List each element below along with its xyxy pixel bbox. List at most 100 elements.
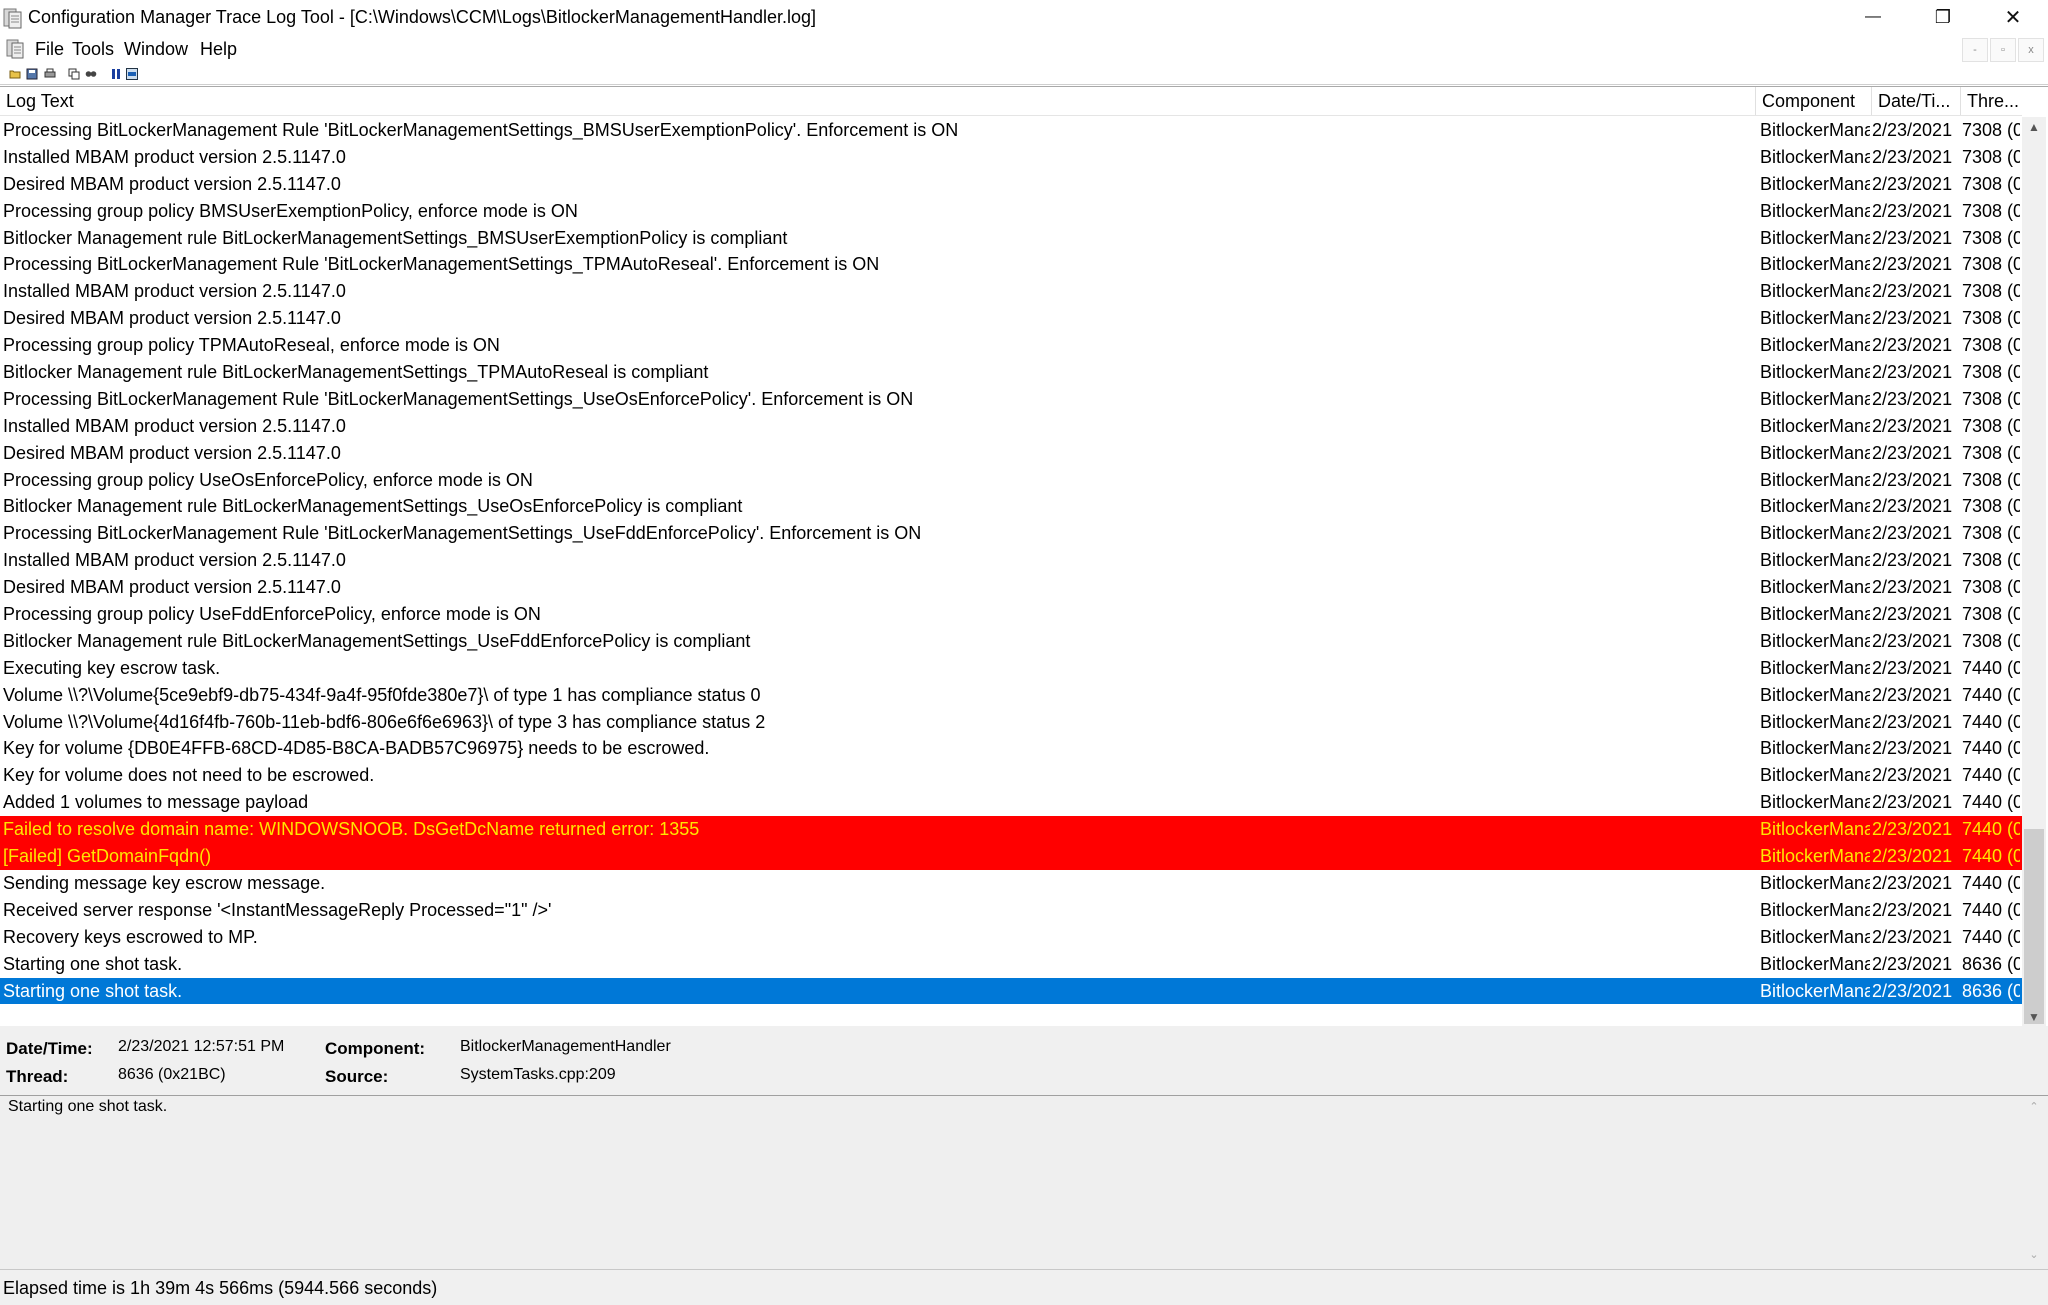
open-icon[interactable] [9,68,21,80]
menu-file[interactable]: File [35,39,64,60]
date-cell: 2/23/2021 [1872,308,1953,329]
menu-help[interactable]: Help [200,39,237,60]
table-row-selected[interactable]: Starting one shot task. BitlockerMana 2/23… [0,977,2022,1005]
date-cell: 2/23/2021 [1872,630,1953,651]
save-icon[interactable] [26,68,38,80]
log-text-cell: Bitlocker Management rule BitLockerManag… [3,362,709,383]
minimize-icon: - [1973,44,1977,56]
column-header-thread[interactable]: Thre... [1961,87,2022,115]
table-row[interactable]: Bitlocker Management rule BitLockerManag… [0,225,2022,252]
minimize-button[interactable]: — [1838,0,1908,34]
copy-icon[interactable] [68,68,80,80]
component-cell: BitlockerMana [1760,980,1870,1001]
menu-window[interactable]: Window [124,39,188,60]
table-row[interactable]: Bitlocker Management rule BitLockerManag… [0,628,2022,655]
component-cell: BitlockerMana [1760,846,1870,867]
close-icon: x [2028,44,2034,56]
menu-tools[interactable]: Tools [72,39,114,60]
table-row[interactable]: Processing BitLockerManagement Rule 'Bit… [0,117,2022,144]
scroll-up-icon[interactable]: ▲ [2022,117,2046,137]
table-row[interactable]: Processing BitLockerManagement Rule 'Bit… [0,386,2022,413]
table-row[interactable]: Processing group policy UseOsEnforcePoli… [0,467,2022,494]
table-row[interactable]: Volume \\?\Volume{5ce9ebf9-db75-434f-9a4… [0,682,2022,709]
table-row[interactable]: Sending message key escrow message. Bitlo… [0,870,2022,897]
date-cell: 2/23/2021 [1872,254,1953,275]
table-row-error[interactable]: [Failed] GetDomainFqdn() BitlockerMana 2/2… [0,843,2022,870]
details-pane: Date/Time: 2/23/2021 12:57:51 PM Compone… [0,1026,2048,1095]
print-icon[interactable] [44,68,56,80]
pause-icon[interactable] [110,68,122,80]
table-row[interactable]: Executing key escrow task. BitlockerMana 2… [0,655,2022,682]
table-row[interactable]: Bitlocker Management rule BitLockerManag… [0,493,2022,520]
mdi-minimize-button[interactable]: - [1962,38,1988,62]
log-text-cell: Installed MBAM product version 2.5.1147.… [3,281,346,302]
table-row[interactable]: Processing group policy TPMAutoReseal, e… [0,332,2022,359]
restore-button[interactable]: ❐ [1908,0,1978,34]
table-row[interactable]: Desired MBAM product version 2.5.1147.0 B… [0,171,2022,198]
table-row[interactable]: Processing BitLockerManagement Rule 'Bit… [0,520,2022,547]
column-header-datetime[interactable]: Date/Ti... [1872,87,1960,115]
table-row[interactable]: Installed MBAM product version 2.5.1147.… [0,413,2022,440]
log-text-cell: Recovery keys escrowed to MP. [3,926,258,947]
table-row[interactable]: Recovery keys escrowed to MP. BitlockerMa… [0,924,2022,951]
thread-cell: 7440 (0 [1962,711,2020,732]
table-row[interactable]: Bitlocker Management rule BitLockerManag… [0,359,2022,386]
table-row[interactable]: Key for volume {DB0E4FFB-68CD-4D85-B8CA-… [0,735,2022,762]
log-list[interactable]: Log Text Component Date/Ti... Thre... Pr… [0,86,2048,1028]
source-label: Source: [325,1067,389,1086]
mdi-close-button[interactable]: x [2018,38,2044,62]
close-button[interactable]: ✕ [1978,0,2048,34]
date-cell: 2/23/2021 [1872,362,1953,383]
date-cell: 2/23/2021 [1872,469,1953,490]
document-icon[interactable] [5,38,27,60]
table-row[interactable]: Processing group policy BMSUserExemption… [0,198,2022,225]
table-row[interactable]: Added 1 volumes to message payload Bitloc… [0,789,2022,816]
component-cell: BitlockerMana [1760,953,1870,974]
scroll-down-icon[interactable]: ⌄ [2024,1248,2044,1261]
table-row[interactable]: Installed MBAM product version 2.5.1147.… [0,547,2022,574]
table-row-error[interactable]: Failed to resolve domain name: WINDOWSNO… [0,816,2022,844]
component-cell: BitlockerMana [1760,684,1870,705]
component-cell: BitlockerMana [1760,577,1870,598]
log-text-cell: Sending message key escrow message. [3,872,326,893]
column-header-component[interactable]: Component [1756,87,1871,115]
table-row[interactable]: Desired MBAM product version 2.5.1147.0 B… [0,574,2022,601]
table-row[interactable]: Key for volume does not need to be escro… [0,762,2022,789]
scrollbar-thumb[interactable] [2024,829,2044,1024]
component-label: Component: [325,1039,426,1058]
message-textarea[interactable]: Starting one shot task. ⌃ ⌄ [0,1095,2048,1270]
scroll-down-icon[interactable]: ▼ [2022,1007,2046,1027]
table-row[interactable]: Processing BitLockerManagement Rule 'Bit… [0,251,2022,278]
table-row[interactable]: Starting one shot task. BitlockerMana 2/23… [0,951,2022,978]
table-row[interactable]: Desired MBAM product version 2.5.1147.0 B… [0,440,2022,467]
component-cell: BitlockerMana [1760,738,1870,759]
table-row[interactable]: Received server response '<InstantMessag… [0,897,2022,924]
log-text-cell: Installed MBAM product version 2.5.1147.… [3,550,346,571]
component-cell: BitlockerMana [1760,146,1870,167]
thread-cell: 7308 (0 [1962,254,2020,275]
table-row[interactable]: Installed MBAM product version 2.5.1147.… [0,144,2022,171]
log-text-cell: Received server response '<InstantMessag… [3,899,552,920]
message-scrollbar[interactable]: ⌃ ⌄ [2024,1096,2044,1269]
table-row[interactable]: Processing group policy UseFddEnforcePol… [0,601,2022,628]
log-text-cell: Processing BitLockerManagement Rule 'Bit… [3,254,880,275]
component-value: BitlockerManagementHandler [460,1038,671,1055]
scroll-up-icon[interactable]: ⌃ [2024,1100,2044,1113]
component-cell: BitlockerMana [1760,442,1870,463]
date-cell: 2/23/2021 [1872,227,1953,248]
thread-cell: 7440 (0 [1962,899,2020,920]
find-icon[interactable] [85,68,97,80]
date-cell: 2/23/2021 [1872,415,1953,436]
date-cell: 2/23/2021 [1872,684,1953,705]
table-row[interactable]: Installed MBAM product version 2.5.1147.… [0,278,2022,305]
component-cell: BitlockerMana [1760,630,1870,651]
table-row[interactable]: Desired MBAM product version 2.5.1147.0 B… [0,305,2022,332]
column-header-log-text[interactable]: Log Text [0,87,1755,115]
mdi-restore-button[interactable]: ▫ [1990,38,2016,62]
thread-cell: 7440 (0 [1962,872,2020,893]
table-row[interactable]: Volume \\?\Volume{4d16f4fb-760b-11eb-bdf… [0,709,2022,736]
date-cell: 2/23/2021 [1872,173,1953,194]
highlight-icon[interactable] [126,68,138,80]
vertical-scrollbar[interactable]: ▲ ▼ [2022,117,2046,1027]
date-cell: 2/23/2021 [1872,200,1953,221]
